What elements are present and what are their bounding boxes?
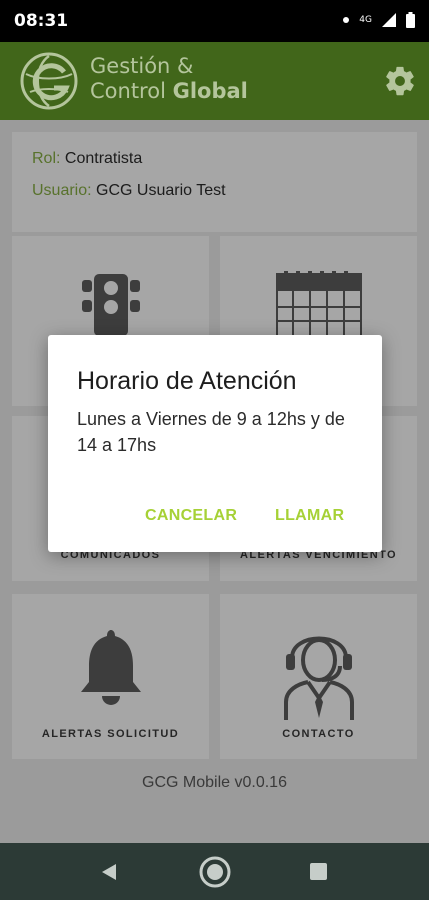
brand-line-2b: Global: [172, 79, 248, 103]
user-line: Usuario: GCG Usuario Test: [32, 182, 226, 200]
status-bar: 08:31 4G: [0, 0, 429, 42]
gear-icon[interactable]: [383, 64, 417, 98]
system-nav-bar: [0, 843, 429, 900]
brand-name: Gestión & Control Global: [90, 54, 248, 104]
brand-line-2a: Control: [90, 79, 173, 103]
home-icon[interactable]: [198, 855, 232, 889]
role-value: Contratista: [64, 150, 143, 167]
traffic-light-icon: [82, 274, 140, 336]
tile-alertas-solicitud[interactable]: ALERTAS SOLICITUD: [12, 594, 209, 759]
user-label: Usuario:: [32, 182, 92, 199]
cancel-button[interactable]: CANCELAR: [145, 507, 237, 525]
signal-icon: [382, 13, 396, 27]
support-agent-icon: [284, 636, 354, 720]
calendar-icon: [276, 271, 362, 337]
bell-icon: [81, 630, 141, 705]
user-info-card: Rol: Contratista Usuario: GCG Usuario Te…: [12, 132, 417, 232]
dialog-title: Horario de Atención: [77, 367, 297, 395]
role-line: Rol: Contratista: [32, 150, 142, 168]
role-label: Rol:: [32, 150, 61, 167]
app-version: GCG Mobile v0.0.16: [142, 774, 287, 791]
status-icons: 4G: [343, 12, 415, 28]
user-value: GCG Usuario Test: [96, 182, 226, 199]
call-button[interactable]: LLAMAR: [275, 507, 344, 525]
app-header: Gestión & Control Global: [0, 42, 429, 120]
brand-line-2: Control Global: [90, 79, 248, 104]
brand-line-1: Gestión &: [90, 54, 194, 78]
tile-label-contacto: CONTACTO: [282, 728, 355, 740]
dialog-message: Lunes a Viernes de 9 a 12hs y de 14 a 17…: [77, 409, 345, 455]
attention-hours-dialog: Horario de Atención Lunes a Viernes de 9…: [48, 335, 382, 552]
notification-dot-icon: [343, 17, 350, 23]
status-time: 08:31: [14, 11, 69, 31]
tile-contacto[interactable]: CONTACTO: [220, 594, 417, 759]
battery-icon: [406, 12, 415, 28]
back-icon[interactable]: [100, 863, 118, 881]
gcg-globe-logo: [20, 52, 78, 110]
network-type: 4G: [359, 15, 372, 25]
recents-icon[interactable]: [310, 863, 327, 880]
tile-label-alertas-solicitud: ALERTAS SOLICITUD: [41, 728, 180, 740]
